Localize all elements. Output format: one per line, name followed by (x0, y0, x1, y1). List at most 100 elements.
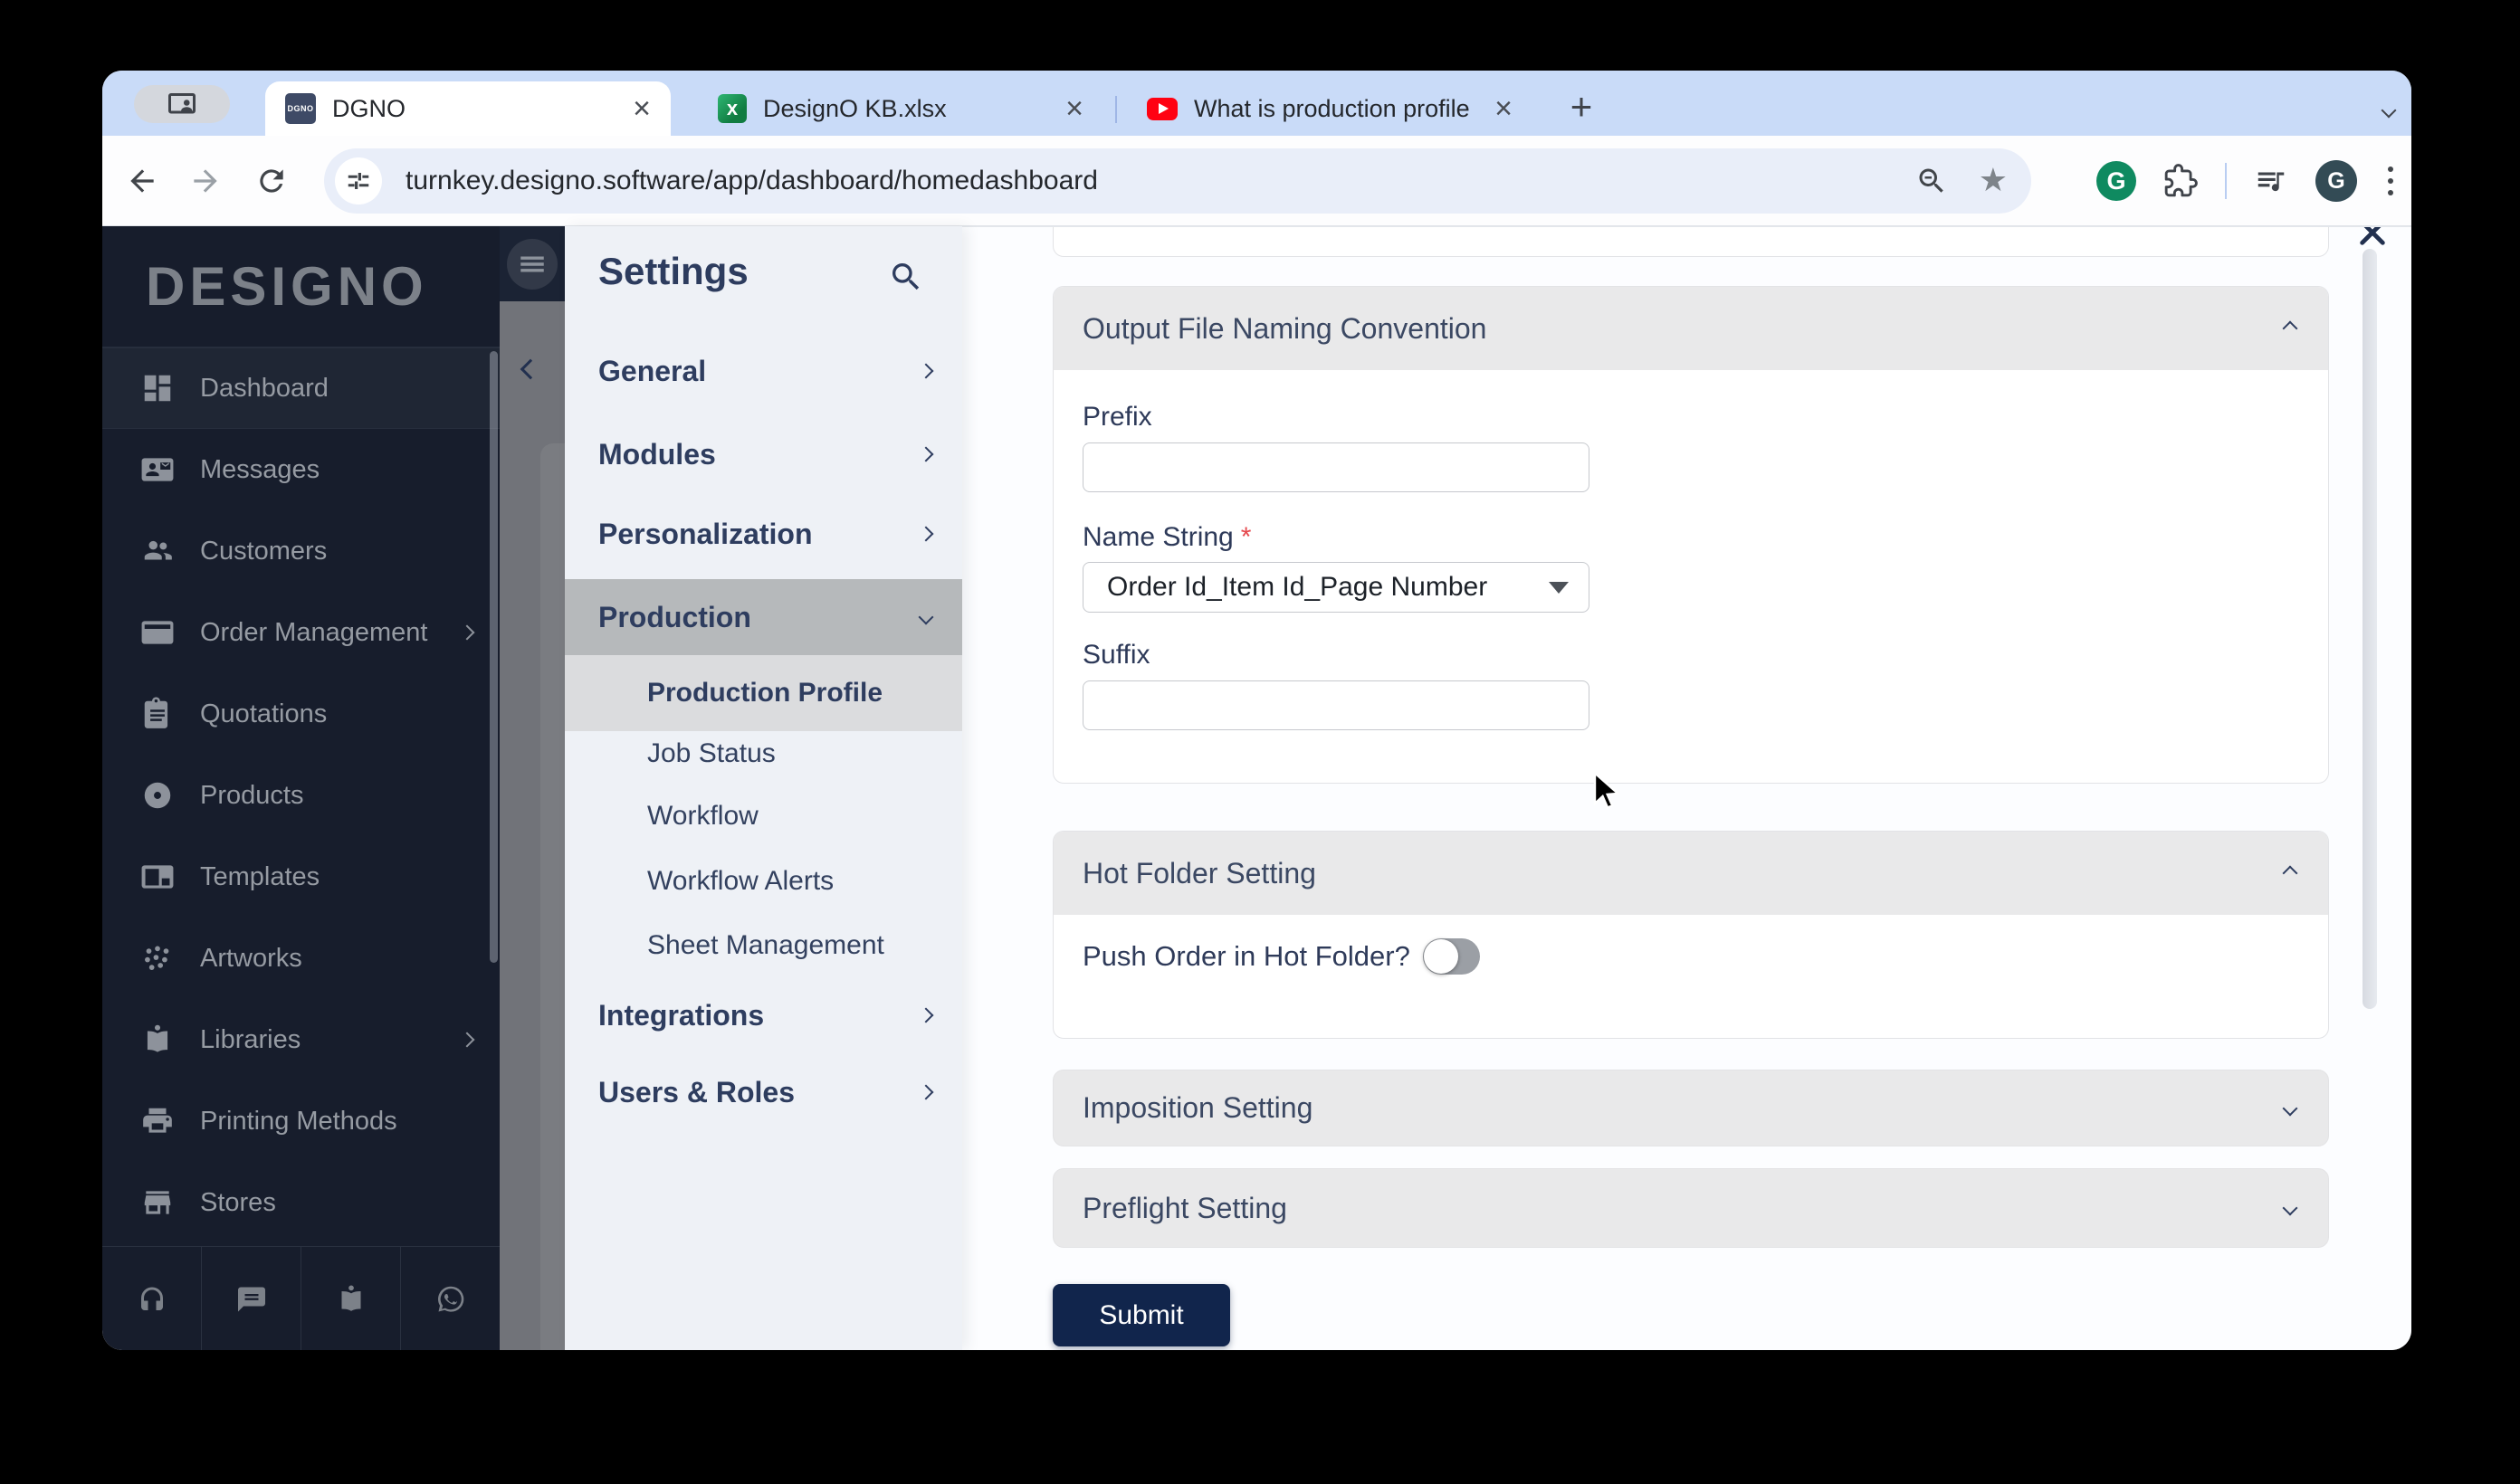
youtube-favicon (1147, 97, 1178, 120)
media-playlist-icon[interactable] (2254, 164, 2288, 198)
sidebar-item-customers[interactable]: Customers (102, 510, 500, 592)
name-string-select[interactable]: Order Id_Item Id_Page Number (1083, 562, 1589, 613)
sidebar-item-templates[interactable]: Templates (102, 836, 500, 918)
toolbar-divider (2225, 163, 2227, 199)
sidebar-item-order-management[interactable]: Order Management (102, 592, 500, 673)
whatsapp-icon[interactable] (400, 1247, 500, 1350)
page-body: DESIGNO Dashboard Messages Customers Ord… (102, 226, 2411, 1350)
settings-panel: Settings General Modules Personalization… (565, 226, 962, 1350)
section-header-preflight[interactable]: Preflight Setting (1053, 1168, 2329, 1248)
tab-separator (1115, 96, 1117, 123)
settings-title: Settings (598, 250, 749, 292)
sidebar-item-stores[interactable]: Stores (102, 1162, 500, 1243)
section-output-file-naming: Output File Naming Convention Prefix Nam… (1053, 286, 2329, 784)
settings-item-label: Integrations (598, 998, 765, 1032)
settings-subitem-sheet-management[interactable]: Sheet Management (647, 918, 884, 973)
back-button[interactable] (122, 161, 162, 201)
tab-youtube[interactable]: What is production profile an × (1127, 81, 1532, 136)
settings-subitem-workflow-alerts[interactable]: Workflow Alerts (647, 854, 834, 908)
grammarly-extension-icon[interactable]: G (2096, 161, 2136, 201)
section-title: Preflight Setting (1083, 1191, 1287, 1224)
settings-item-personalization[interactable]: Personalization (565, 507, 962, 561)
sidebar-item-label: Products (200, 780, 304, 810)
tab-search-button[interactable] (134, 85, 230, 123)
hamburger-menu-icon[interactable] (507, 238, 558, 290)
reload-button[interactable] (252, 161, 291, 201)
tab-title: DesignO KB.xlsx (763, 94, 947, 122)
settings-item-users-roles[interactable]: Users & Roles (565, 1065, 962, 1119)
sidebar-item-artworks[interactable]: Artworks (102, 918, 500, 999)
app-sidebar: DESIGNO Dashboard Messages Customers Ord… (102, 226, 500, 1350)
address-bar[interactable]: turnkey.designo.software/app/dashboard/h… (324, 148, 2031, 214)
sidebar-item-label: Customers (200, 536, 328, 566)
section-title: Imposition Setting (1083, 1091, 1313, 1124)
settings-subitem-workflow[interactable]: Workflow (647, 789, 759, 843)
sidebar-item-label: Messages (200, 454, 320, 484)
chevron-right-icon (918, 1007, 934, 1023)
prefix-input[interactable] (1083, 442, 1589, 492)
support-headset-icon[interactable] (102, 1247, 201, 1350)
disc-icon (138, 776, 177, 814)
credit-card-icon (138, 614, 177, 652)
site-settings-icon[interactable] (335, 157, 382, 205)
settings-search-icon[interactable] (888, 259, 924, 295)
settings-item-production[interactable]: Production (565, 579, 962, 655)
extensions-puzzle-icon[interactable] (2163, 164, 2198, 198)
chat-icon[interactable] (201, 1247, 301, 1350)
settings-item-general[interactable]: General (565, 344, 962, 398)
collapse-panel-chevron-icon[interactable] (520, 358, 541, 381)
chevron-right-icon (918, 446, 934, 462)
close-tab-icon[interactable]: × (633, 93, 651, 124)
section-body: Prefix Name String * Order Id_Item Id_Pag… (1054, 370, 2328, 785)
section-header-hot-folder[interactable]: Hot Folder Setting (1054, 832, 2328, 915)
sidebar-item-messages[interactable]: Messages (102, 429, 500, 510)
tab-list-chevron-icon[interactable] (2371, 94, 2407, 127)
settings-subitem-label: Production Profile (647, 678, 883, 708)
dimmed-page-backdrop (500, 226, 565, 1350)
settings-item-integrations[interactable]: Integrations (565, 988, 962, 1042)
tab-designo-kb[interactable]: x DesignO KB.xlsx × (698, 81, 1103, 136)
sidebar-item-products[interactable]: Products (102, 755, 500, 836)
chevron-right-icon (459, 1032, 475, 1048)
sidebar-item-libraries[interactable]: Libraries (102, 999, 500, 1080)
sidebar-item-quotations[interactable]: Quotations (102, 673, 500, 755)
chevron-right-icon (918, 526, 934, 542)
submit-button[interactable]: Submit (1053, 1284, 1230, 1346)
hot-folder-toggle[interactable] (1422, 938, 1480, 975)
forward-button[interactable] (186, 161, 225, 201)
clipboard-icon (138, 695, 177, 733)
layout-icon (138, 858, 177, 896)
dimmed-content-card (540, 443, 565, 1350)
section-title: Hot Folder Setting (1083, 856, 1316, 889)
sidebar-item-label: Stores (200, 1187, 276, 1217)
tab-dgno[interactable]: DGNO DGNO × (265, 81, 671, 136)
content-scrollbar[interactable] (2362, 249, 2377, 1009)
sidebar-item-dashboard[interactable]: Dashboard (102, 347, 500, 429)
close-tab-icon[interactable]: × (1065, 93, 1083, 124)
zoom-out-icon[interactable] (1915, 165, 1948, 197)
new-tab-button[interactable]: + (1556, 81, 1607, 132)
sidebar-scrollbar[interactable] (490, 351, 498, 963)
excel-favicon: x (718, 94, 747, 123)
tab-strip: DGNO DGNO × x DesignO KB.xlsx × What is … (102, 71, 2411, 136)
suffix-input[interactable] (1083, 680, 1589, 730)
settings-subitem-production-profile[interactable]: Production Profile (565, 655, 962, 731)
sidebar-item-label: Libraries (200, 1024, 301, 1054)
settings-item-label: General (598, 354, 707, 387)
profile-device-icon (166, 88, 198, 120)
sidebar-item-printing-methods[interactable]: Printing Methods (102, 1080, 500, 1162)
knowledge-book-icon[interactable] (301, 1247, 400, 1350)
settings-subitem-job-status[interactable]: Job Status (647, 727, 776, 781)
close-tab-icon[interactable]: × (1494, 93, 1513, 124)
suffix-label: Suffix (1083, 640, 1150, 670)
chevron-up-icon (2282, 865, 2298, 881)
browser-menu-icon[interactable] (2384, 163, 2397, 199)
bookmark-star-icon[interactable]: ★ (1979, 165, 2008, 197)
url-text[interactable]: turnkey.designo.software/app/dashboard/h… (406, 166, 1098, 196)
settings-item-modules[interactable]: Modules (565, 427, 962, 481)
section-header-imposition[interactable]: Imposition Setting (1053, 1070, 2329, 1146)
contact-mail-icon (138, 451, 177, 489)
name-string-label: Name String * (1083, 522, 1252, 552)
browser-profile-avatar[interactable]: G (2315, 160, 2357, 202)
section-header-output-file-naming[interactable]: Output File Naming Convention (1054, 287, 2328, 370)
